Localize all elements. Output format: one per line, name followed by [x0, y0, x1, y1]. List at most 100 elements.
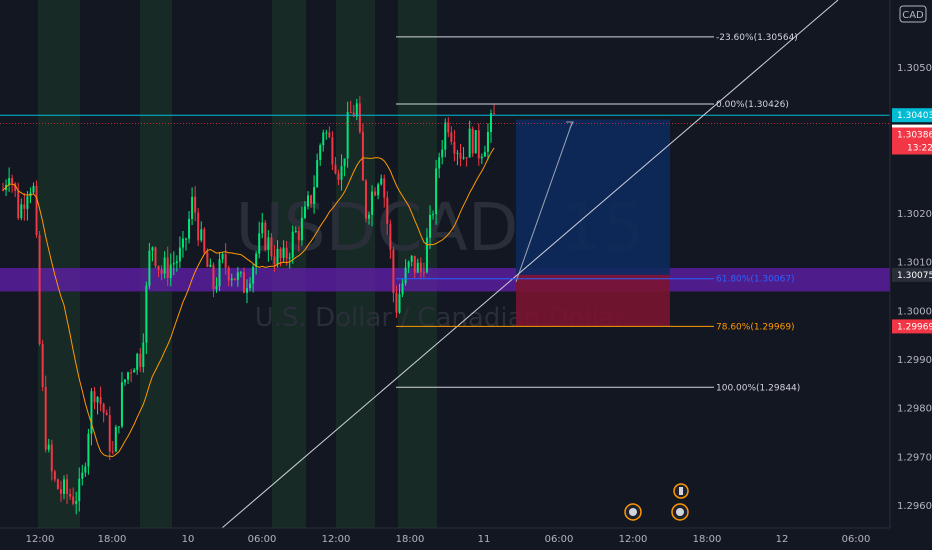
candle-body — [303, 206, 306, 218]
candle-body — [300, 217, 303, 241]
price-tick-label: 1.30000 — [897, 306, 932, 317]
candle-body — [72, 496, 75, 504]
candle-body — [105, 412, 108, 416]
candle-body — [444, 122, 447, 150]
candle-body — [136, 353, 139, 370]
candle-body — [404, 267, 407, 284]
candle-body — [331, 137, 334, 165]
candle-body — [322, 132, 325, 146]
candle-body — [41, 344, 44, 387]
price-tick-label: 1.29900 — [897, 355, 932, 366]
price-tag-label: 1.29969 — [897, 322, 932, 332]
price-chart[interactable]: USDCAD, 15U.S. Dollar / Canadian Dollar … — [0, 0, 932, 550]
candle-body — [273, 256, 276, 265]
price-tag-label: 1.30386 — [897, 130, 932, 140]
candle-body — [450, 132, 453, 142]
candle-body — [371, 191, 374, 215]
candle-body — [59, 489, 62, 494]
candle-body — [163, 257, 166, 274]
candle-body — [246, 288, 248, 293]
candle-body — [364, 180, 367, 219]
candle-body — [432, 214, 435, 216]
candle-body — [69, 493, 72, 497]
candle-body — [160, 269, 163, 274]
candle-body — [56, 479, 59, 490]
candle-body — [471, 128, 474, 154]
price-tick-label: 1.30500 — [897, 63, 932, 74]
candle-body — [264, 222, 267, 251]
candle-body — [328, 132, 331, 138]
candle-body — [212, 264, 215, 290]
candle-body — [166, 257, 169, 279]
candle-body — [279, 248, 282, 258]
position-stop-area — [516, 274, 670, 327]
price-axis[interactable]: 1.30500 1.30200 1.30100 1.30000 1.29900 1.298… — [889, 0, 932, 528]
candle-body — [111, 451, 114, 453]
candle-body — [282, 247, 285, 258]
candle-body — [261, 222, 264, 234]
candle-body — [355, 103, 358, 117]
candle-body — [181, 238, 184, 248]
long-position-tool[interactable] — [515, 119, 670, 327]
session-shade — [38, 0, 80, 528]
candle-body — [11, 178, 14, 184]
candle-body — [297, 231, 300, 241]
candle-body — [108, 415, 111, 452]
economic-events[interactable] — [624, 483, 689, 521]
time-tick-label: 06:00 — [545, 534, 574, 545]
candle-body — [340, 166, 343, 180]
candle-body — [291, 231, 294, 258]
candle-body — [81, 472, 84, 479]
candle-body — [389, 223, 392, 250]
candle-body — [477, 130, 480, 159]
candle-body — [172, 263, 175, 265]
currency-label: CAD — [902, 10, 924, 21]
price-tick-label: 1.29600 — [897, 501, 932, 512]
time-tick-label: 18:00 — [693, 534, 722, 545]
candle-body — [188, 218, 191, 239]
time-tick-label: 12:00 — [619, 534, 648, 545]
candle-body — [200, 229, 203, 241]
time-tick-label: 06:00 — [842, 534, 871, 545]
candle-body — [310, 195, 313, 204]
fib-level-label: -23.60%(1.30564) — [716, 33, 798, 43]
candle-body — [249, 283, 252, 289]
candle-body — [191, 196, 194, 219]
candle-body — [178, 247, 181, 262]
candle-body — [429, 214, 431, 238]
candle-body — [334, 164, 337, 174]
candle-body — [410, 255, 413, 262]
candle-body — [462, 157, 465, 159]
candle-body — [483, 151, 486, 157]
candle-body — [374, 191, 377, 196]
candle-body — [380, 178, 383, 185]
candle-body — [416, 262, 419, 273]
price-tag-label: 1.30075 — [897, 271, 932, 281]
candle-body — [456, 152, 459, 154]
position-target-area — [516, 119, 670, 275]
candle-body — [185, 238, 187, 240]
candle-body — [203, 229, 206, 253]
candle-body — [32, 185, 35, 193]
time-tick-label: 18:00 — [396, 534, 425, 545]
candle-body — [87, 433, 90, 467]
price-tag-label: 13:22 — [907, 143, 932, 153]
candle-body — [209, 264, 212, 267]
fib-level-label: 0.00%(1.30426) — [716, 100, 789, 110]
candle-body — [93, 391, 96, 403]
candle-body — [493, 113, 496, 115]
candle-body — [44, 386, 47, 450]
candle-body — [26, 196, 29, 209]
candle-body — [130, 372, 133, 374]
candle-body — [227, 267, 230, 281]
candle-body — [288, 257, 291, 259]
candle-body — [63, 479, 65, 494]
candle-body — [50, 444, 53, 472]
time-axis[interactable]: 12:00 18:00 10 06:00 12:00 18:00 11 06:00 12:00 1… — [0, 527, 890, 545]
event-flag-dot — [676, 508, 684, 516]
candle-body — [319, 145, 322, 161]
candle-body — [267, 237, 270, 251]
candle-body — [313, 187, 316, 204]
candle-body — [233, 278, 236, 280]
candle-body — [23, 204, 26, 209]
